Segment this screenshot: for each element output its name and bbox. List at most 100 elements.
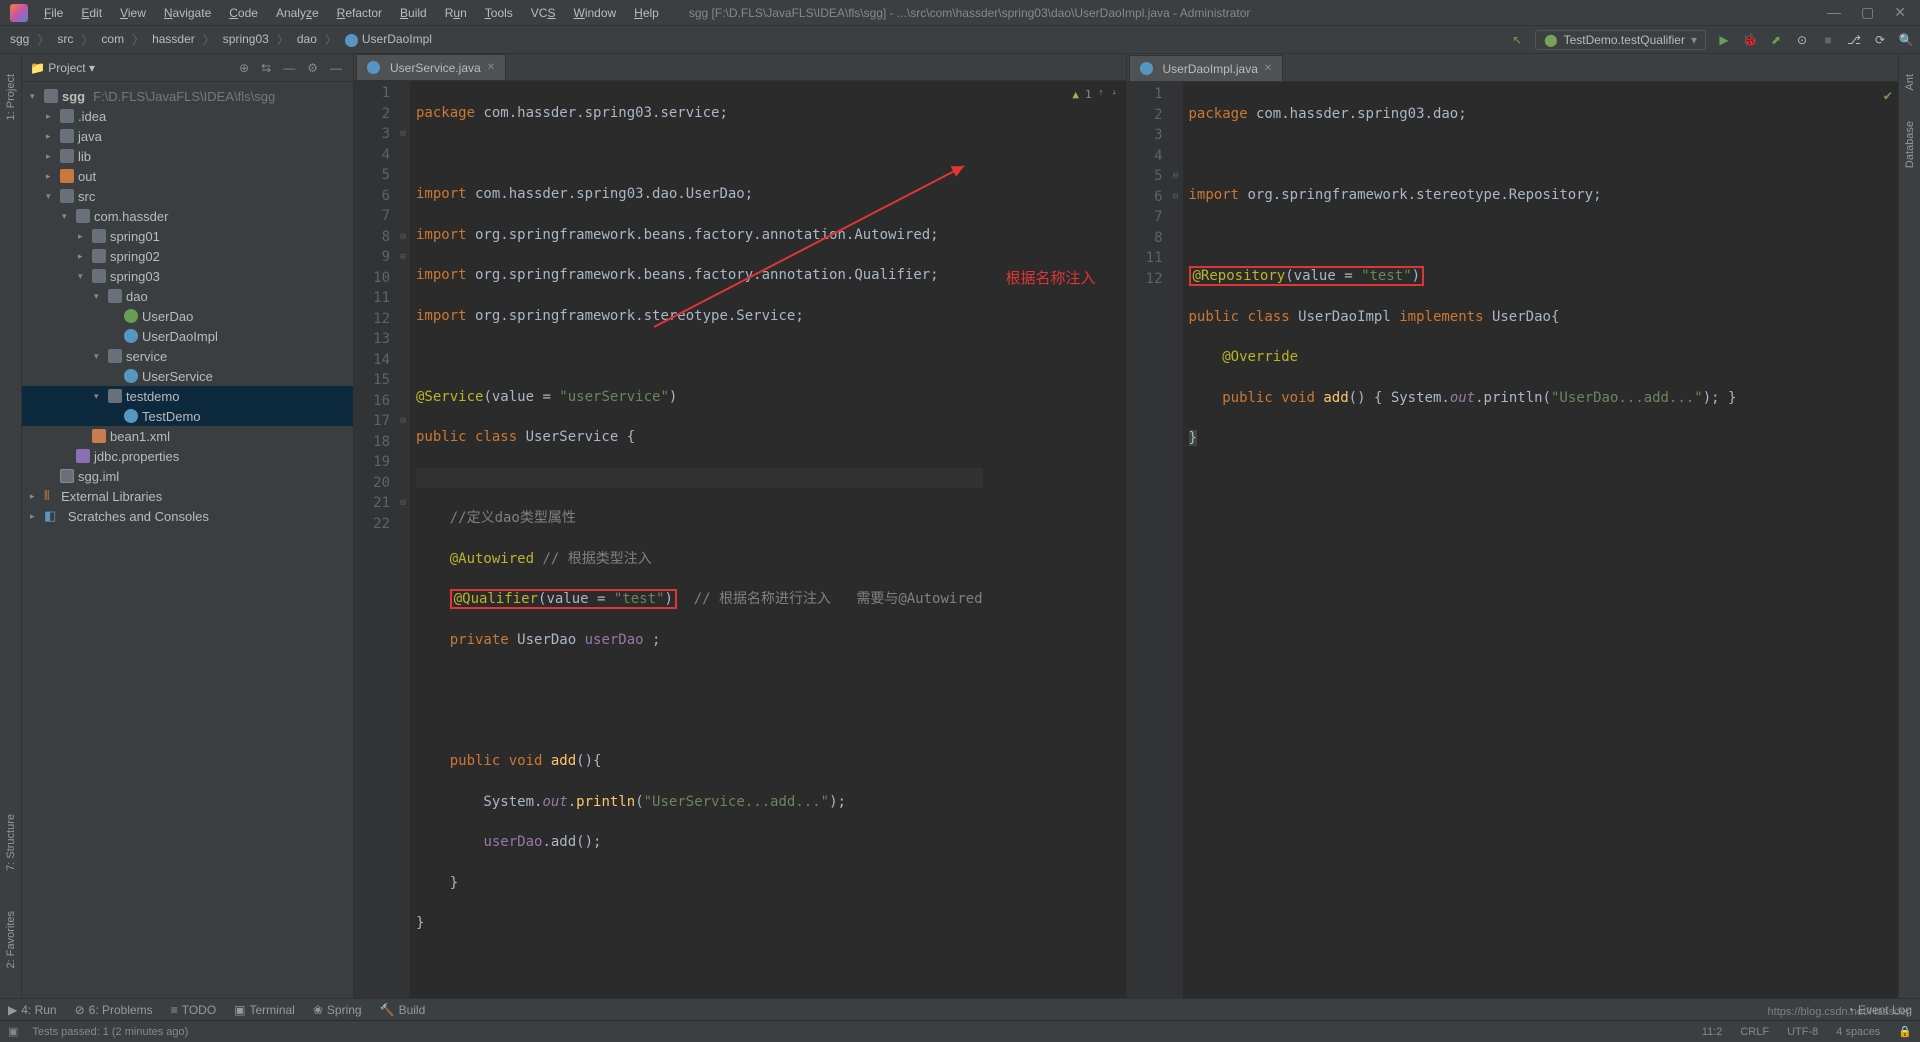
tree-item[interactable]: ▾service bbox=[22, 346, 353, 366]
status-caret-pos[interactable]: 11:2 bbox=[1702, 1026, 1723, 1038]
right-tab-database[interactable]: Database bbox=[1904, 121, 1916, 168]
menu-run[interactable]: Run bbox=[437, 4, 475, 22]
breadcrumb[interactable]: sgg〉 src〉 com〉 hassder〉 spring03〉 dao〉 U… bbox=[6, 30, 436, 48]
tree-external-libs[interactable]: ▸⫴ External Libraries bbox=[22, 486, 353, 506]
tree-item[interactable]: ▾testdemo bbox=[22, 386, 353, 406]
tree-scratches[interactable]: ▸◧ Scratches and Consoles bbox=[22, 506, 353, 526]
stop-icon[interactable]: ■ bbox=[1820, 32, 1836, 48]
crumb-3[interactable]: hassder bbox=[148, 30, 199, 48]
menu-help[interactable]: Help bbox=[626, 4, 667, 22]
status-bar: ▣ Tests passed: 1 (2 minutes ago) 11:2 C… bbox=[0, 1020, 1920, 1042]
tree-item[interactable]: ▸.idea bbox=[22, 106, 353, 126]
project-panel: 📁 Project ▾ ⊕ ⇆ — ⚙ — ▾sggF:\D.FLS\JavaF… bbox=[22, 54, 354, 998]
back-arrow-icon[interactable]: ↖ bbox=[1509, 32, 1525, 48]
left-tab-favorites[interactable]: 2: Favorites bbox=[5, 911, 17, 968]
menu-navigate[interactable]: Navigate bbox=[156, 4, 219, 22]
inspection-ok-icon: ✔ bbox=[1884, 86, 1892, 106]
bottom-terminal[interactable]: ▣ Terminal bbox=[234, 1003, 295, 1017]
menu-window[interactable]: Window bbox=[565, 4, 624, 22]
tree-item[interactable]: sgg.iml bbox=[22, 466, 353, 486]
app-icon bbox=[10, 4, 28, 22]
crumb-6[interactable]: UserDaoImpl bbox=[341, 30, 436, 48]
status-lock-icon[interactable]: 🔒 bbox=[1898, 1025, 1912, 1038]
update-icon[interactable]: ⟳ bbox=[1872, 32, 1888, 48]
debug-icon[interactable]: 🐞 bbox=[1742, 32, 1758, 48]
hide-icon[interactable]: — bbox=[327, 61, 345, 75]
profile-icon[interactable]: ⊙ bbox=[1794, 32, 1810, 48]
expand-icon[interactable]: ⇆ bbox=[258, 61, 274, 75]
menu-view[interactable]: View bbox=[112, 4, 154, 22]
collapse-icon[interactable]: — bbox=[280, 61, 298, 75]
tree-item[interactable]: ▸java bbox=[22, 126, 353, 146]
settings-icon[interactable]: ⚙ bbox=[304, 61, 321, 75]
crumb-2[interactable]: com bbox=[97, 30, 128, 48]
window-title: sgg [F:\D.FLS\JavaFLS\IDEA\fls\sgg] - ..… bbox=[689, 6, 1825, 20]
bottom-todo[interactable]: ≡ TODO bbox=[171, 1003, 216, 1017]
tree-item[interactable]: ▾spring03 bbox=[22, 266, 353, 286]
tree-item[interactable]: UserDao bbox=[22, 306, 353, 326]
crumb-5[interactable]: dao bbox=[293, 30, 321, 48]
tree-item[interactable]: UserService bbox=[22, 366, 353, 386]
bottom-run[interactable]: ▶ 4: Run bbox=[8, 1003, 57, 1017]
tree-item[interactable]: ▾com.hassder bbox=[22, 206, 353, 226]
tree-root[interactable]: ▾sggF:\D.FLS\JavaFLS\IDEA\fls\sgg bbox=[22, 86, 353, 106]
editor-tab-userservice[interactable]: UserService.java✕ bbox=[356, 54, 506, 80]
right-tool-tabs: Ant Database bbox=[1898, 54, 1920, 998]
status-encoding[interactable]: UTF-8 bbox=[1787, 1026, 1818, 1038]
menu-edit[interactable]: Edit bbox=[73, 4, 110, 22]
editor-right: UserDaoImpl.java✕ 123456781112 ⊟⊟ packag… bbox=[1127, 54, 1899, 998]
crumb-0[interactable]: sgg bbox=[6, 30, 33, 48]
menu-tools[interactable]: Tools bbox=[477, 4, 521, 22]
bottom-problems[interactable]: ⊘ 6: Problems bbox=[75, 1003, 153, 1017]
left-tab-project[interactable]: 1: Project bbox=[5, 74, 17, 120]
crumb-1[interactable]: src bbox=[53, 30, 77, 48]
project-tree[interactable]: ▾sggF:\D.FLS\JavaFLS\IDEA\fls\sgg ▸.idea… bbox=[22, 82, 353, 998]
code-editor-right[interactable]: 123456781112 ⊟⊟ package com.hassder.spri… bbox=[1127, 82, 1899, 998]
crumb-4[interactable]: spring03 bbox=[219, 30, 273, 48]
git-icon[interactable]: ⎇ bbox=[1846, 32, 1862, 48]
menu-code[interactable]: Code bbox=[221, 4, 266, 22]
close-window-button[interactable]: ✕ bbox=[1894, 4, 1906, 21]
tree-item[interactable]: jdbc.properties bbox=[22, 446, 353, 466]
menu-file[interactable]: File bbox=[36, 4, 71, 22]
menu-vcs[interactable]: VCS bbox=[523, 4, 564, 22]
code-editor-left[interactable]: 12345678910111213141516171819202122 ⊟⊟⊟⊟… bbox=[354, 81, 1126, 998]
close-tab-icon[interactable]: ✕ bbox=[487, 62, 495, 73]
menu-refactor[interactable]: Refactor bbox=[329, 4, 390, 22]
left-tool-tabs: 1: Project 7: Structure 2: Favorites bbox=[0, 54, 22, 998]
editor-left: UserService.java✕ 1234567891011121314151… bbox=[354, 54, 1127, 998]
close-tab-icon[interactable]: ✕ bbox=[1264, 63, 1272, 74]
navigation-bar: sgg〉 src〉 com〉 hassder〉 spring03〉 dao〉 U… bbox=[0, 26, 1920, 54]
maximize-button[interactable]: ▢ bbox=[1861, 4, 1874, 21]
tree-item[interactable]: ▾dao bbox=[22, 286, 353, 306]
tree-item[interactable]: UserDaoImpl bbox=[22, 326, 353, 346]
locate-icon[interactable]: ⊕ bbox=[236, 61, 252, 75]
tree-item[interactable]: ▾src bbox=[22, 186, 353, 206]
tree-item[interactable]: bean1.xml bbox=[22, 426, 353, 446]
menu-bar: File Edit View Navigate Code Analyze Ref… bbox=[0, 0, 1920, 26]
right-tab-ant[interactable]: Ant bbox=[1904, 74, 1916, 91]
coverage-icon[interactable]: ⬈ bbox=[1768, 32, 1784, 48]
bottom-build[interactable]: 🔨 Build bbox=[380, 1003, 426, 1017]
editor-tab-userdaoimpl[interactable]: UserDaoImpl.java✕ bbox=[1129, 55, 1284, 81]
tree-item[interactable]: ▸out bbox=[22, 166, 353, 186]
left-tab-structure[interactable]: 7: Structure bbox=[5, 814, 17, 871]
tree-item[interactable]: ▸spring01 bbox=[22, 226, 353, 246]
tree-item[interactable]: ▸lib bbox=[22, 146, 353, 166]
bottom-tool-bar: ▶ 4: Run ⊘ 6: Problems ≡ TODO ▣ Terminal… bbox=[0, 998, 1920, 1020]
tree-item[interactable]: ▸spring02 bbox=[22, 246, 353, 266]
minimize-button[interactable]: — bbox=[1827, 4, 1841, 21]
run-icon[interactable]: ▶ bbox=[1716, 32, 1732, 48]
tree-item[interactable]: TestDemo bbox=[22, 406, 353, 426]
search-icon[interactable]: 🔍 bbox=[1898, 32, 1914, 48]
menu-analyze[interactable]: Analyze bbox=[268, 4, 327, 22]
run-config-selector[interactable]: ⬤TestDemo.testQualifier▾ bbox=[1535, 30, 1706, 50]
annotation-text: 根据名称注入 bbox=[1005, 269, 1095, 289]
status-line-sep[interactable]: CRLF bbox=[1740, 1026, 1769, 1038]
bottom-spring[interactable]: ❀ Spring bbox=[313, 1003, 362, 1017]
menu-build[interactable]: Build bbox=[392, 4, 435, 22]
watermark: https://blog.csdn.net/Hassder bbox=[1768, 1006, 1910, 1018]
status-tests: Tests passed: 1 (2 minutes ago) bbox=[32, 1026, 188, 1038]
status-indent[interactable]: 4 spaces bbox=[1836, 1026, 1880, 1038]
project-panel-title: 📁 Project ▾ bbox=[30, 61, 95, 75]
